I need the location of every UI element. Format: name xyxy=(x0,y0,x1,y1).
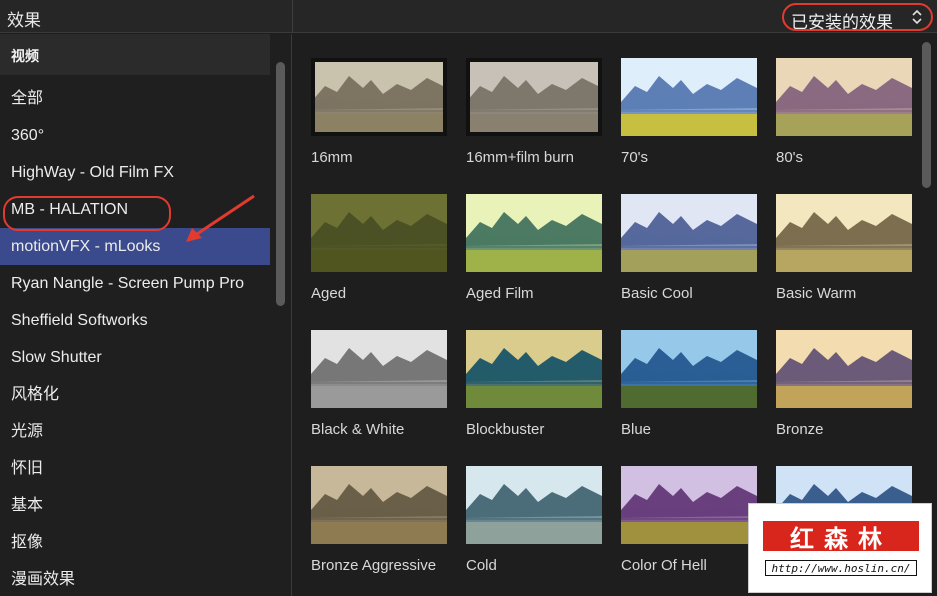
effect-name: Aged Film xyxy=(466,285,534,302)
sidebar-item[interactable]: 全部 xyxy=(0,80,270,117)
effect-thumbnail xyxy=(776,194,912,272)
effect-name: 70's xyxy=(621,149,649,166)
effect-name: Bronze Aggressive xyxy=(311,557,437,574)
header-divider xyxy=(292,0,293,33)
sidebar-scrollbar[interactable] xyxy=(276,62,285,306)
effect-tile[interactable]: Aged Film xyxy=(466,194,606,303)
effect-name: Blue xyxy=(621,421,652,438)
effect-name: 80's xyxy=(776,149,804,166)
watermark-url: http://www.hoslin.cn/ xyxy=(765,560,917,576)
sidebar-section-header[interactable]: 视频 xyxy=(0,34,270,75)
sidebar-item[interactable]: HighWay - Old Film FX xyxy=(0,154,270,191)
effect-name: Aged xyxy=(311,285,347,302)
category-sidebar: 视频 全部 360° HighWay - Old Film FX MB - HALAT… xyxy=(0,34,292,596)
effect-tile[interactable]: Bronze xyxy=(776,330,916,439)
effect-thumbnail xyxy=(466,194,602,272)
effect-name: Basic Cool xyxy=(621,285,693,302)
sidebar-item-label: Ryan Nangle - Screen Pump Pro xyxy=(11,275,244,292)
sidebar-item-label: 漫画效果 xyxy=(11,571,76,588)
effect-thumbnail xyxy=(466,330,602,408)
browser-header: 效果 已安装的效果 xyxy=(0,0,937,33)
effect-name: Basic Warm xyxy=(776,285,857,302)
effect-tile[interactable]: Color Of Hell xyxy=(621,466,761,575)
sidebar-item-label: 抠像 xyxy=(11,534,44,551)
effect-tile[interactable]: Blue xyxy=(621,330,761,439)
effect-tile[interactable]: 70's xyxy=(621,58,761,167)
sidebar-item[interactable]: Sheffield Softworks xyxy=(0,302,270,339)
effect-thumbnail xyxy=(311,330,447,408)
effect-tile[interactable]: Aged xyxy=(311,194,451,303)
effect-tile[interactable]: 16mm+film burn xyxy=(466,58,606,167)
effect-name: Color Of Hell xyxy=(621,557,707,574)
effect-name: 16mm+film burn xyxy=(466,149,574,166)
watermark-brand: 红森林 xyxy=(790,525,892,553)
effect-thumbnail xyxy=(621,194,757,272)
sidebar-item-label: Slow Shutter xyxy=(11,349,102,366)
effect-name: Blockbuster xyxy=(466,421,545,438)
effect-thumbnail xyxy=(311,194,447,272)
effect-tile[interactable]: 80's xyxy=(776,58,916,167)
effect-tile[interactable]: Cold xyxy=(466,466,606,575)
effect-thumbnail xyxy=(466,466,602,544)
sidebar-item-label: Sheffield Softworks xyxy=(11,312,148,329)
effect-tile[interactable]: 16mm xyxy=(311,58,451,167)
sidebar-item[interactable]: Slow Shutter xyxy=(0,339,270,376)
sidebar-item[interactable]: 360° xyxy=(0,117,270,154)
site-watermark: 红森林 http://www.hoslin.cn/ xyxy=(748,503,932,593)
effect-tile[interactable]: Bronze Aggressive xyxy=(311,466,451,575)
effect-thumbnail xyxy=(621,466,757,544)
sidebar-item[interactable]: 抠像 xyxy=(0,524,270,561)
effects-filter-select[interactable]: 已安装的效果 xyxy=(782,3,933,32)
sidebar-item-label: HighWay - Old Film FX xyxy=(11,164,174,181)
effects-filter-label: 已安装的效果 xyxy=(791,13,893,32)
sidebar-item-label: 360° xyxy=(11,127,45,144)
sidebar-item-label: 基本 xyxy=(11,497,44,514)
effect-name: Cold xyxy=(466,557,497,574)
sidebar-item-label: 风格化 xyxy=(11,386,60,403)
sidebar-section-label: 视频 xyxy=(11,48,39,64)
up-down-chevron-icon xyxy=(912,9,922,25)
effect-thumbnail xyxy=(621,330,757,408)
effect-thumbnail xyxy=(466,58,602,136)
sidebar-item[interactable]: MB - HALATION xyxy=(0,191,270,228)
sidebar-item-label: MB - HALATION xyxy=(11,201,129,218)
effect-name: Bronze xyxy=(776,421,824,438)
effect-name: Black & White xyxy=(311,421,405,438)
sidebar-item[interactable]: 光源 xyxy=(0,413,270,450)
sidebar-item-label: 全部 xyxy=(11,90,44,107)
sidebar-item-label: 怀旧 xyxy=(11,460,44,477)
sidebar-item[interactable]: 风格化 xyxy=(0,376,270,413)
sidebar-item-label: 光源 xyxy=(11,423,44,440)
sidebar-item[interactable]: motionVFX - mLooks xyxy=(0,228,270,265)
effect-tile[interactable]: Blockbuster xyxy=(466,330,606,439)
sidebar-item[interactable]: 怀旧 xyxy=(0,450,270,487)
effect-thumbnail xyxy=(776,58,912,136)
effect-thumbnail xyxy=(621,58,757,136)
sidebar-item[interactable]: 漫画效果 xyxy=(0,561,270,596)
effect-tile[interactable]: Basic Warm xyxy=(776,194,916,303)
effect-thumbnail xyxy=(776,330,912,408)
panel-title: 效果 xyxy=(7,11,41,30)
category-list: 全部 360° HighWay - Old Film FX MB - HALATION… xyxy=(0,80,270,596)
effect-tile[interactable]: Basic Cool xyxy=(621,194,761,303)
effect-thumbnail xyxy=(311,58,447,136)
sidebar-item[interactable]: Ryan Nangle - Screen Pump Pro xyxy=(0,265,270,302)
effect-thumbnail xyxy=(311,466,447,544)
effect-tile[interactable]: Black & White xyxy=(311,330,451,439)
effect-name: 16mm xyxy=(311,149,353,166)
sidebar-item[interactable]: 基本 xyxy=(0,487,270,524)
sidebar-item-label: motionVFX - mLooks xyxy=(11,238,161,255)
effects-scrollbar[interactable] xyxy=(922,42,931,188)
